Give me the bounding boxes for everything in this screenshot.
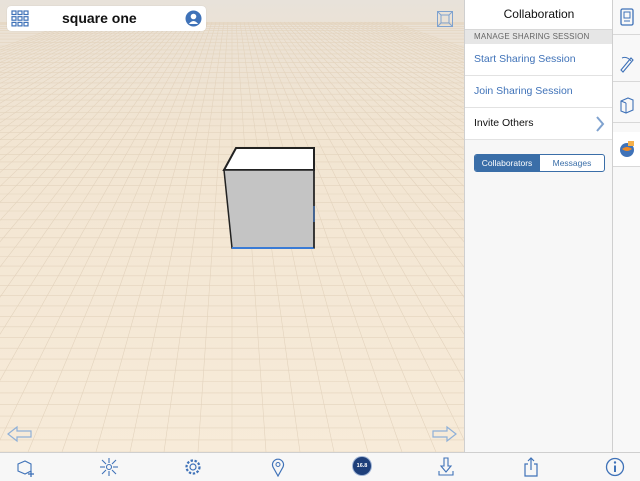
viewcube-icon[interactable]: [436, 10, 454, 28]
tab-collaborators[interactable]: Collaborators: [475, 155, 539, 171]
info-icon[interactable]: [605, 457, 625, 477]
units-badge[interactable]: 16.8: [353, 457, 371, 475]
settings-icon[interactable]: [183, 457, 203, 477]
invite-others-label: Invite Others: [474, 117, 534, 129]
grid-menu-icon[interactable]: [11, 10, 29, 27]
sidebar-item-collaboration[interactable]: [613, 132, 640, 167]
add-shape-icon[interactable]: [15, 457, 35, 477]
redo-arrow-icon[interactable]: [430, 424, 458, 444]
share-icon[interactable]: [521, 457, 541, 477]
document-title[interactable]: square one: [62, 10, 137, 26]
sidebar-item-model-browser[interactable]: [613, 0, 640, 35]
snap-icon[interactable]: [99, 457, 119, 477]
sidebar-item-materials[interactable]: [613, 88, 640, 123]
materials-icon: [620, 97, 634, 114]
tab-messages[interactable]: Messages: [539, 155, 604, 171]
import-icon[interactable]: [436, 457, 456, 477]
right-sidebar: [612, 0, 640, 452]
collaboration-icon: [620, 141, 634, 157]
panel-title: Collaboration: [465, 0, 613, 30]
document-title-bar: square one: [7, 6, 206, 31]
collaboration-panel: Collaboration MANAGE SHARING SESSION Sta…: [464, 0, 613, 452]
sidebar-item-drawing[interactable]: [613, 47, 640, 82]
user-profile-icon[interactable]: [185, 10, 202, 27]
bottom-toolbar: [0, 452, 640, 481]
drawing-icon: [620, 56, 634, 73]
join-sharing-session-button[interactable]: Join Sharing Session: [465, 76, 613, 108]
section-heading: MANAGE SHARING SESSION: [465, 30, 613, 44]
invite-others-button[interactable]: Invite Others: [465, 108, 613, 140]
cube-model[interactable]: [218, 142, 320, 254]
location-pin-icon[interactable]: [268, 457, 288, 477]
chevron-right-icon: [596, 116, 605, 132]
start-sharing-session-button[interactable]: Start Sharing Session: [465, 44, 613, 76]
3d-viewport[interactable]: square one: [0, 0, 464, 452]
collaboration-segmented-control: Collaborators Messages: [474, 154, 605, 172]
model-browser-icon: [620, 8, 634, 26]
undo-arrow-icon[interactable]: [6, 424, 34, 444]
